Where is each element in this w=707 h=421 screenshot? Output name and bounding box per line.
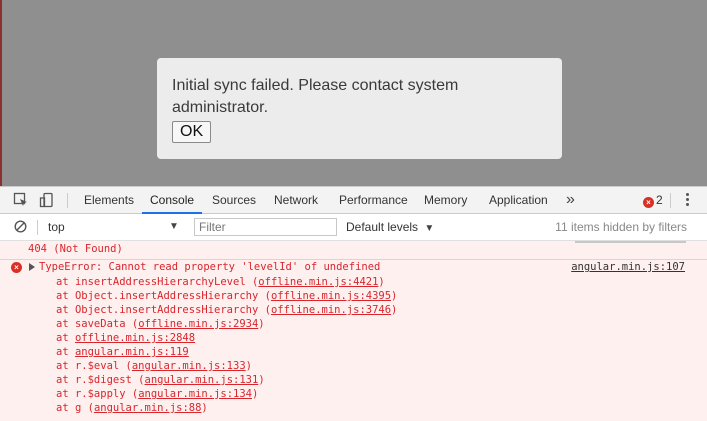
stack-frame-link[interactable]: angular.min.js:131 [145,374,259,386]
stack-frame-link[interactable]: angular.min.js:119 [75,346,189,358]
stack-frame-link[interactable]: offline.min.js:4421 [258,276,378,288]
stack-frame: at saveData (offline.min.js:2934) [56,318,265,330]
dialog-message: Initial sync failed. Please contact syst… [172,77,459,116]
clear-console-icon[interactable] [14,220,27,233]
scroll-shadow [575,241,686,243]
stack-frame: at r.$digest (angular.min.js:131) [56,374,265,386]
chevron-down-icon: ▼ [424,223,435,234]
tab-network[interactable]: Network [274,187,318,214]
tab-console[interactable]: Console [142,187,203,214]
stack-frame: at g (angular.min.js:88) [56,402,208,414]
filter-input[interactable] [194,218,337,236]
alert-dialog: Initial sync failed. Please contact syst… [157,58,562,159]
more-tabs-icon[interactable]: » [566,187,575,214]
filter-divider [37,220,38,235]
customize-menu-icon[interactable] [686,193,690,208]
inspect-element-icon[interactable] [13,192,29,208]
stack-frame: at Object.insertAddressHierarchy (offlin… [56,290,398,302]
console-output: 404 (Not Found) × TypeError: Cannot read… [0,241,707,421]
tab-application[interactable]: Application [489,187,548,214]
error-counter[interactable]: × 2 [643,187,663,214]
stack-frame: at offline.min.js:2848 [56,332,196,344]
tab-sources[interactable]: Sources [212,187,256,214]
window-edge [0,0,2,186]
message-divider [0,259,707,260]
log-levels-label: Default levels [346,220,419,234]
context-dropdown-icon[interactable]: ▼ [169,214,179,240]
console-message-404: 404 (Not Found) [28,243,123,255]
stack-frame: at r.$eval (angular.min.js:133) [56,360,252,372]
stack-frame-link[interactable]: angular.min.js:134 [138,388,252,400]
tab-performance[interactable]: Performance [339,187,408,214]
error-message[interactable]: TypeError: Cannot read property 'levelId… [39,261,380,273]
stack-frame-link[interactable]: offline.min.js:4395 [271,290,391,302]
log-levels-dropdown[interactable]: Default levels ▼ [346,214,434,240]
error-icon: × [11,262,22,273]
error-source-link[interactable]: angular.min.js:107 [571,261,685,273]
page-overlay: Initial sync failed. Please contact syst… [0,0,707,186]
stack-frame-link[interactable]: offline.min.js:2848 [75,332,195,344]
tab-memory[interactable]: Memory [424,187,467,214]
devtools-panel: Elements Console Sources Network Perform… [0,186,707,421]
stack-frame-link[interactable]: offline.min.js:2934 [138,318,258,330]
stack-frame: at Object.insertAddressHierarchy (offlin… [56,304,398,316]
devtools-tabbar: Elements Console Sources Network Perform… [0,186,707,214]
device-toolbar-icon[interactable] [39,192,55,208]
stack-frame-link[interactable]: offline.min.js:3746 [271,304,391,316]
tab-elements[interactable]: Elements [84,187,134,214]
error-count: 2 [656,193,663,207]
stack-frame-link[interactable]: angular.min.js:133 [132,360,246,372]
stack-frame: at insertAddressHierarchyLevel (offline.… [56,276,385,288]
expand-triangle-icon[interactable] [29,263,35,271]
console-filterbar: top ▼ Default levels ▼ 11 items hidden b… [0,214,707,241]
stack-frame: at r.$apply (angular.min.js:134) [56,388,259,400]
error-icon: × [643,197,654,208]
hidden-items-count: 11 items hidden by filters [555,220,687,234]
ok-button[interactable]: OK [172,121,212,143]
stack-frame: at angular.min.js:119 [56,346,189,358]
stack-trace: at insertAddressHierarchyLevel (offline.… [56,275,397,415]
toolbar-divider-right [670,193,671,208]
toolbar-divider [67,193,68,208]
context-selector[interactable]: top [48,214,65,240]
stack-frame-link[interactable]: angular.min.js:88 [94,402,201,414]
